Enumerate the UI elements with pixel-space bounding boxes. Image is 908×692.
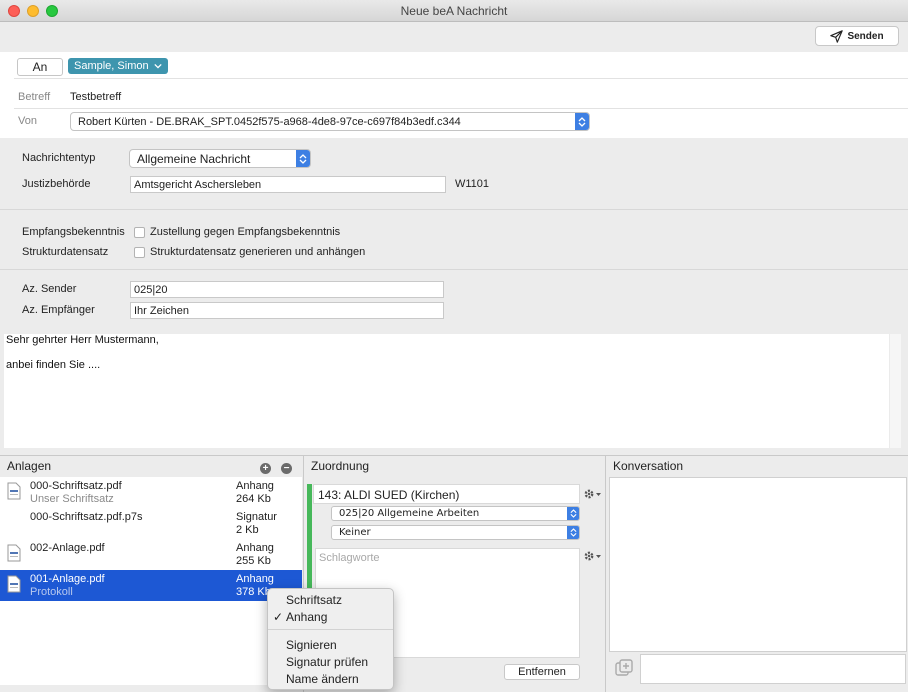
remove-button[interactable]: Entfernen bbox=[504, 664, 580, 680]
nachrichtentyp-label: Nachrichtentyp bbox=[22, 152, 96, 164]
title-bar: Neue beA Nachricht bbox=[0, 0, 908, 22]
divider bbox=[0, 269, 908, 270]
justiz-label: Justizbehörde bbox=[22, 178, 91, 190]
menu-item-anhang[interactable]: Anhang bbox=[286, 610, 327, 624]
menu-item-signieren[interactable]: Signieren bbox=[286, 638, 337, 652]
anlagen-header: Anlagen bbox=[7, 459, 52, 473]
attachment-size: 2 Kb bbox=[236, 524, 259, 536]
struktur-label: Strukturdatensatz bbox=[22, 246, 109, 258]
empfang-label: Empfangsbekenntnis bbox=[22, 226, 125, 238]
updown-arrows-icon bbox=[567, 526, 579, 539]
context-menu: Schriftsatz ✓ Anhang Signieren Signatur … bbox=[267, 588, 394, 690]
attachment-list: 000-Schriftsatz.pdf Unser Schriftsatz An… bbox=[0, 477, 302, 685]
empfang-checkbox[interactable] bbox=[134, 227, 145, 238]
pdf-file-icon bbox=[7, 482, 21, 500]
divider bbox=[14, 78, 908, 79]
konversation-header: Konversation bbox=[613, 459, 684, 473]
empfang-checkbox-label[interactable]: Zustellung gegen Empfangsbekenntnis bbox=[150, 226, 340, 238]
gear-icon[interactable] bbox=[583, 550, 603, 562]
attachment-description: Unser Schriftsatz bbox=[30, 493, 114, 505]
paper-plane-icon bbox=[830, 29, 844, 43]
attachment-size: 255 Kb bbox=[236, 555, 271, 567]
attachment-type: Anhang bbox=[236, 542, 274, 554]
attachment-description: Protokoll bbox=[30, 586, 73, 598]
company-field[interactable]: 143: ALDI SUED (Kirchen) bbox=[313, 484, 580, 504]
attachment-name: 002-Anlage.pdf bbox=[30, 542, 105, 554]
send-button[interactable]: Senden bbox=[815, 26, 899, 46]
pdf-file-icon bbox=[7, 575, 21, 593]
struktur-checkbox[interactable] bbox=[134, 247, 145, 258]
attachment-size: 264 Kb bbox=[236, 493, 271, 505]
project-select-value: 025|20 Allgemeine Arbeiten bbox=[339, 508, 480, 519]
window-title: Neue beA Nachricht bbox=[400, 4, 508, 18]
divider bbox=[14, 108, 908, 109]
body-line: anbei finden Sie .... bbox=[6, 359, 101, 371]
von-select-value: Robert Kürten - DE.BRAK_SPT.0452f575-a96… bbox=[78, 115, 461, 128]
betreff-value[interactable]: Testbetreff bbox=[70, 91, 121, 103]
send-button-label: Senden bbox=[847, 30, 884, 42]
gear-icon[interactable] bbox=[583, 488, 603, 500]
remove-attachment-button[interactable]: − bbox=[281, 463, 292, 474]
attachment-row[interactable]: 002-Anlage.pdf Anhang 255 Kb bbox=[0, 539, 302, 570]
checkmark-icon: ✓ bbox=[273, 610, 284, 624]
body-scrollbar[interactable] bbox=[889, 334, 901, 448]
attachment-type: Anhang bbox=[236, 573, 274, 585]
attachment-size: 378 Kb bbox=[236, 586, 271, 598]
attachment-name: 001-Anlage.pdf bbox=[30, 573, 105, 585]
az-sender-label: Az. Sender bbox=[22, 283, 77, 295]
struktur-checkbox-label[interactable]: Strukturdatensatz generieren und anhänge… bbox=[150, 246, 365, 258]
attachment-row[interactable]: 000-Schriftsatz.pdf Unser Schriftsatz An… bbox=[0, 477, 302, 508]
von-select[interactable]: Robert Kürten - DE.BRAK_SPT.0452f575-a96… bbox=[70, 112, 590, 131]
add-attachment-button[interactable]: + bbox=[260, 463, 271, 474]
updown-arrows-icon bbox=[296, 150, 310, 167]
chevron-down-icon bbox=[153, 63, 162, 69]
justiz-code: W1101 bbox=[455, 178, 490, 190]
attachment-row-selected[interactable]: 001-Anlage.pdf Protokoll Anhang 378 Kb bbox=[0, 570, 302, 601]
attachment-name: 000-Schriftsatz.pdf.p7s bbox=[30, 511, 143, 523]
toolbar bbox=[0, 22, 908, 52]
menu-separator bbox=[268, 629, 393, 630]
divider bbox=[0, 455, 908, 456]
von-label: Von bbox=[18, 115, 37, 127]
menu-item-schriftsatz[interactable]: Schriftsatz bbox=[286, 593, 342, 607]
updown-arrows-icon bbox=[567, 507, 579, 520]
an-button[interactable]: An bbox=[17, 58, 63, 76]
az-sender-input[interactable]: 025|20 bbox=[130, 281, 444, 298]
updown-arrows-icon bbox=[575, 113, 589, 130]
attachment-row[interactable]: 000-Schriftsatz.pdf.p7s Signatur 2 Kb bbox=[0, 508, 302, 539]
pdf-file-icon bbox=[7, 544, 21, 562]
attachment-name: 000-Schriftsatz.pdf bbox=[30, 480, 122, 492]
conversation-view bbox=[609, 477, 907, 652]
message-body[interactable]: Sehr gehrter Herr Mustermann, anbei find… bbox=[4, 334, 901, 448]
panel-divider[interactable] bbox=[605, 456, 606, 692]
menu-item-signatur-pruefen[interactable]: Signatur prüfen bbox=[286, 655, 368, 669]
recipient-chip-label: Sample, Simon bbox=[74, 60, 149, 72]
justiz-input[interactable]: Amtsgericht Aschersleben bbox=[130, 176, 446, 193]
options-section bbox=[0, 210, 908, 268]
add-conversation-icon[interactable] bbox=[614, 658, 634, 678]
project-select[interactable]: 025|20 Allgemeine Arbeiten bbox=[331, 506, 580, 521]
az-empf-label: Az. Empfänger bbox=[22, 304, 95, 316]
conversation-input[interactable] bbox=[640, 654, 906, 684]
attachment-type: Anhang bbox=[236, 480, 274, 492]
zuordnung-header: Zuordnung bbox=[311, 459, 370, 473]
nachrichtentyp-select[interactable]: Allgemeine Nachricht bbox=[129, 149, 311, 168]
sub-select-value: Keiner bbox=[339, 527, 371, 538]
recipient-chip[interactable]: Sample, Simon bbox=[68, 58, 168, 74]
betreff-label: Betreff bbox=[18, 91, 51, 103]
attachment-type: Signatur bbox=[236, 511, 277, 523]
body-line: Sehr gehrter Herr Mustermann, bbox=[6, 334, 159, 346]
nachrichtentyp-select-value: Allgemeine Nachricht bbox=[137, 151, 251, 166]
sub-select[interactable]: Keiner bbox=[331, 525, 580, 540]
az-empf-input[interactable]: Ihr Zeichen bbox=[130, 302, 444, 319]
menu-item-name-aendern[interactable]: Name ändern bbox=[286, 672, 359, 686]
